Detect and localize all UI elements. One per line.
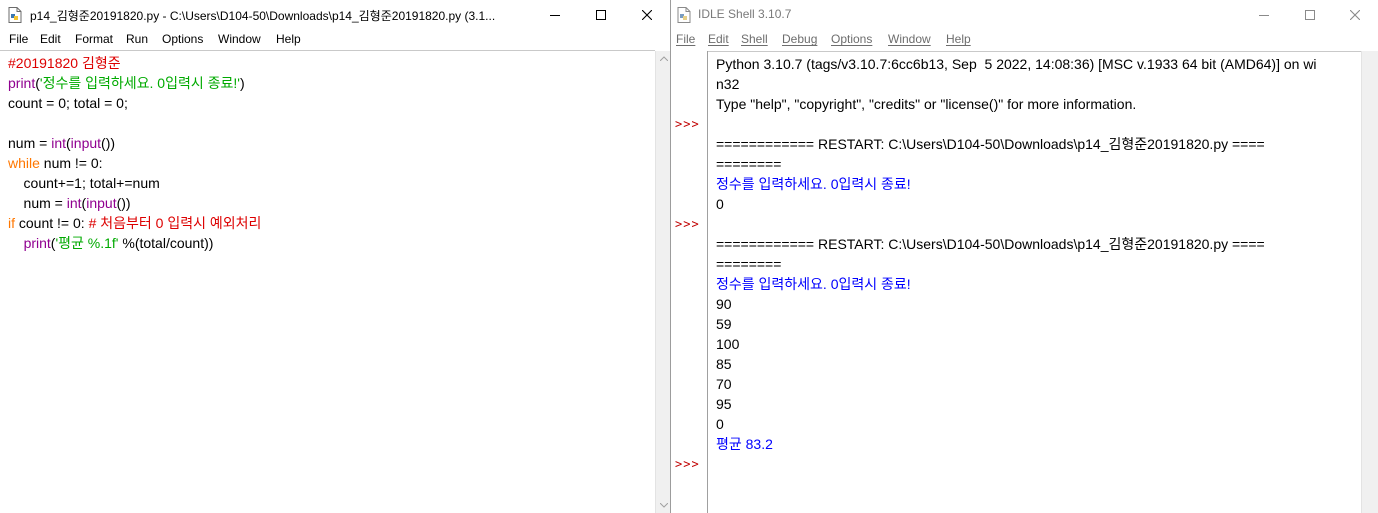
shell-line: n32	[716, 76, 740, 92]
shell-stdout-line: 정수를 입력하세요. 0입력시 종료!	[716, 176, 911, 192]
maximize-icon	[1305, 9, 1315, 20]
code-token: )	[239, 75, 245, 91]
menu-file[interactable]: File	[9, 32, 28, 46]
code-token: count = 0; total = 0;	[8, 95, 128, 111]
shell-line: 95	[716, 396, 732, 412]
shell-line: Python 3.10.7 (tags/v3.10.7:6cc6b13, Sep…	[716, 56, 1317, 72]
shell-line: 59	[716, 316, 732, 332]
shell-menubar: File Edit Shell Debug Options Window Hel…	[671, 29, 1378, 50]
code-token: %(total/count))	[118, 235, 214, 251]
menu-edit[interactable]: Edit	[40, 32, 61, 46]
shell-line: 90	[716, 296, 732, 312]
code-line: if count != 0: # 처음부터 0 입력시 예외처리	[8, 213, 261, 233]
shell-stdout-line: 정수를 입력하세요. 0입력시 종료!	[716, 276, 911, 292]
shell-menu-options[interactable]: Options	[831, 32, 872, 46]
shell-menu-debug[interactable]: Debug	[782, 32, 817, 46]
code-token-builtin: input	[70, 135, 102, 151]
shell-prompt: >>>	[675, 117, 700, 131]
close-button[interactable]	[624, 0, 670, 29]
code-line: print('평균 %.1f' %(total/count))	[8, 233, 214, 253]
code-token-comment: # 처음부터 0 입력시 예외처리	[88, 215, 262, 231]
shell-menu-edit[interactable]: Edit	[708, 32, 729, 46]
editor-menubar: File Edit Format Run Options Window Help	[0, 29, 670, 50]
minimize-icon	[550, 14, 560, 16]
shell-maximize-button[interactable]	[1287, 0, 1333, 29]
code-token: ())	[101, 135, 116, 151]
menu-window[interactable]: Window	[218, 32, 261, 46]
shell-line: Type "help", "copyright", "credits" or "…	[716, 96, 1137, 112]
code-token-string: '정수를 입력하세요. 0입력시 종료!'	[39, 75, 240, 91]
python-shell-icon	[677, 7, 691, 23]
code-token: ())	[116, 195, 131, 211]
shell-close-button[interactable]	[1332, 0, 1378, 29]
code-token-keyword: if	[8, 215, 15, 231]
code-token-builtin: print	[8, 75, 36, 91]
scroll-up-arrow-icon[interactable]	[656, 51, 670, 66]
shell-window-title: IDLE Shell 3.10.7	[698, 7, 792, 21]
code-token: count+=1; total+=num	[8, 175, 160, 191]
code-token-builtin: input	[86, 195, 117, 211]
code-line: num = int(input())	[8, 193, 131, 213]
prompt-gutter: >>> >>> >>>	[671, 51, 708, 513]
close-icon	[1350, 9, 1360, 20]
shell-line: ========	[716, 156, 782, 172]
shell-line: ========	[716, 256, 782, 272]
code-line: while num != 0:	[8, 153, 103, 173]
menu-format[interactable]: Format	[75, 32, 113, 46]
shell-prompt: >>>	[675, 457, 700, 471]
python-file-icon	[8, 7, 22, 23]
shell-line: 100	[716, 336, 740, 352]
shell-stdout-line: 평균 83.2	[716, 436, 773, 452]
code-token-keyword: while	[8, 155, 40, 171]
code-token: count != 0:	[15, 215, 89, 231]
shell-menu-help[interactable]: Help	[946, 32, 971, 46]
code-editor[interactable]: #20191820 김형준 print('정수를 입력하세요. 0입력시 종료!'…	[0, 50, 655, 513]
code-line: count = 0; total = 0;	[8, 93, 128, 113]
code-token: num =	[8, 135, 52, 151]
shell-line: 0	[716, 416, 724, 432]
shell-menu-file[interactable]: File	[676, 32, 695, 46]
code-line: #20191820 김형준	[8, 53, 121, 73]
code-token-builtin: int	[66, 195, 82, 211]
code-token: num != 0:	[39, 155, 103, 171]
maximize-button[interactable]	[578, 0, 624, 29]
shell-menu-window[interactable]: Window	[888, 32, 931, 46]
menu-options[interactable]: Options	[162, 32, 203, 46]
editor-scrollbar[interactable]	[655, 51, 670, 513]
shell-prompt: >>>	[675, 217, 700, 231]
shell-window: IDLE Shell 3.10.7 File Edit Shell Debug …	[671, 0, 1378, 513]
code-token-builtin: int	[51, 135, 66, 151]
scroll-down-arrow-icon[interactable]	[656, 498, 670, 513]
editor-titlebar[interactable]: p14_김형준20191820.py - C:\Users\D104-50\Do…	[0, 0, 670, 29]
menu-help[interactable]: Help	[276, 32, 301, 46]
code-line: print('정수를 입력하세요. 0입력시 종료!')	[8, 73, 245, 93]
code-line: count+=1; total+=num	[8, 173, 160, 193]
shell-titlebar[interactable]: IDLE Shell 3.10.7	[671, 0, 1378, 29]
shell-line: 85	[716, 356, 732, 372]
code-token-string: '평균 %.1f'	[55, 235, 119, 251]
minimize-button[interactable]	[532, 0, 578, 29]
shell-output[interactable]: Python 3.10.7 (tags/v3.10.7:6cc6b13, Sep…	[708, 51, 1361, 513]
code-token: num =	[8, 195, 67, 211]
shell-scrollbar[interactable]	[1361, 51, 1378, 513]
maximize-icon	[596, 9, 606, 20]
shell-line: 70	[716, 376, 732, 392]
close-icon	[642, 9, 652, 20]
editor-window: p14_김형준20191820.py - C:\Users\D104-50\Do…	[0, 0, 670, 513]
code-token-builtin: print	[23, 235, 51, 251]
shell-line: ============ RESTART: C:\Users\D104-50\D…	[716, 136, 1265, 152]
shell-line: 0	[716, 196, 724, 212]
menu-run[interactable]: Run	[126, 32, 148, 46]
code-line: num = int(input())	[8, 133, 115, 153]
code-token-comment: #20191820 김형준	[8, 55, 121, 71]
shell-line: ============ RESTART: C:\Users\D104-50\D…	[716, 236, 1265, 252]
minimize-icon	[1259, 14, 1269, 16]
editor-window-title: p14_김형준20191820.py - C:\Users\D104-50\Do…	[30, 9, 496, 23]
shell-menu-shell[interactable]: Shell	[741, 32, 768, 46]
shell-minimize-button[interactable]	[1241, 0, 1287, 29]
